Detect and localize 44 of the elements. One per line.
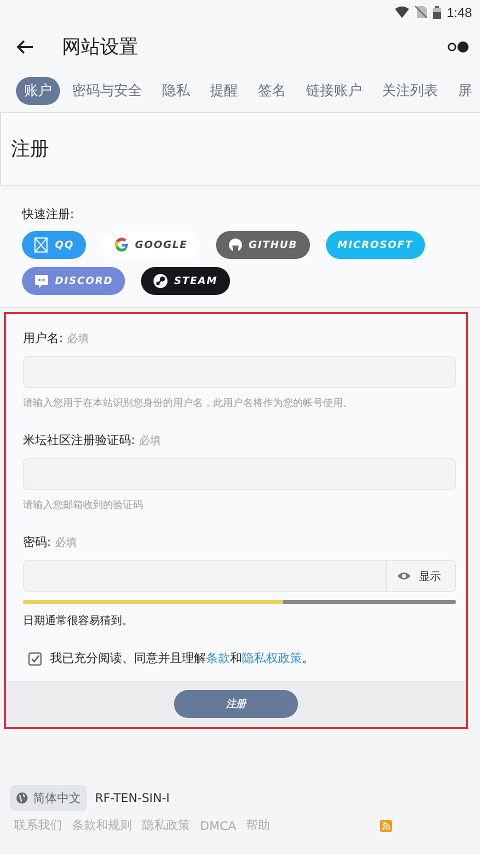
page-title: 网站设置 [62,35,138,60]
battery-icon [432,6,441,18]
strength-message: 日期通常很容易猜到。 [23,613,134,628]
crossed-box-icon [34,237,49,253]
checkbox[interactable] [28,652,42,666]
tab[interactable]: 账户 [16,77,60,105]
status-time: 1:48 [446,4,472,20]
show-password-button[interactable]: 显示 [386,561,455,591]
wifi-icon [394,6,409,18]
language-button[interactable]: 简体中文 [10,785,87,811]
google-g-icon [114,237,130,253]
no-sim-icon [414,6,427,18]
chat-bubble-icon [34,273,49,289]
sign-in-provider-button[interactable]: DISCORD [22,267,126,295]
quick-register-label: 快速注册: [22,206,76,223]
rss-icon [380,820,392,832]
tab[interactable]: 关注列表 [374,77,446,105]
field-hint: 请输入您用于在本站识别您身份的用户名，此用户名将作为您的帐号使用。 [23,396,354,410]
field-hint: 请输入您邮箱收到的验证码 [23,498,144,512]
field-label: 用户名: 必填 [23,330,90,347]
sign-in-provider-button[interactable]: GITHUB [216,231,310,259]
password-field[interactable]: 显示 [23,560,456,592]
back-arrow-icon [16,39,34,55]
section-heading: 注册 [11,137,49,162]
sign-in-provider-button[interactable]: QQ [22,231,86,259]
steam-icon [153,273,168,289]
tab[interactable]: 签名 [250,77,294,105]
register-button[interactable]: 注册 [174,690,298,718]
privacy-link[interactable]: 隐私权政策 [242,651,302,665]
field-label: 米坛社区注册验证码: 必填 [23,432,162,449]
sign-in-provider-button[interactable]: GOOGLE [102,231,200,259]
server-code: RF-TEN-SIN-I [95,791,170,805]
field-label: 密码: 必填 [23,534,78,551]
tab[interactable]: 隐私 [154,77,198,105]
tab[interactable]: 屏 [450,77,480,105]
sign-in-provider-button[interactable]: STEAM [141,267,230,295]
eye-icon [397,571,411,581]
toggle-dots-icon [446,40,470,54]
terms-link[interactable]: 条款 [206,651,230,665]
agreement-text: 我已充分阅读、同意并且理解条款和隐私权政策。 [50,650,314,667]
tab[interactable]: 密码与安全 [64,77,150,105]
sign-in-provider-button[interactable]: MICROSOFT [326,231,426,259]
tab[interactable]: 链接账户 [298,77,370,105]
tab[interactable]: 提醒 [202,77,246,105]
